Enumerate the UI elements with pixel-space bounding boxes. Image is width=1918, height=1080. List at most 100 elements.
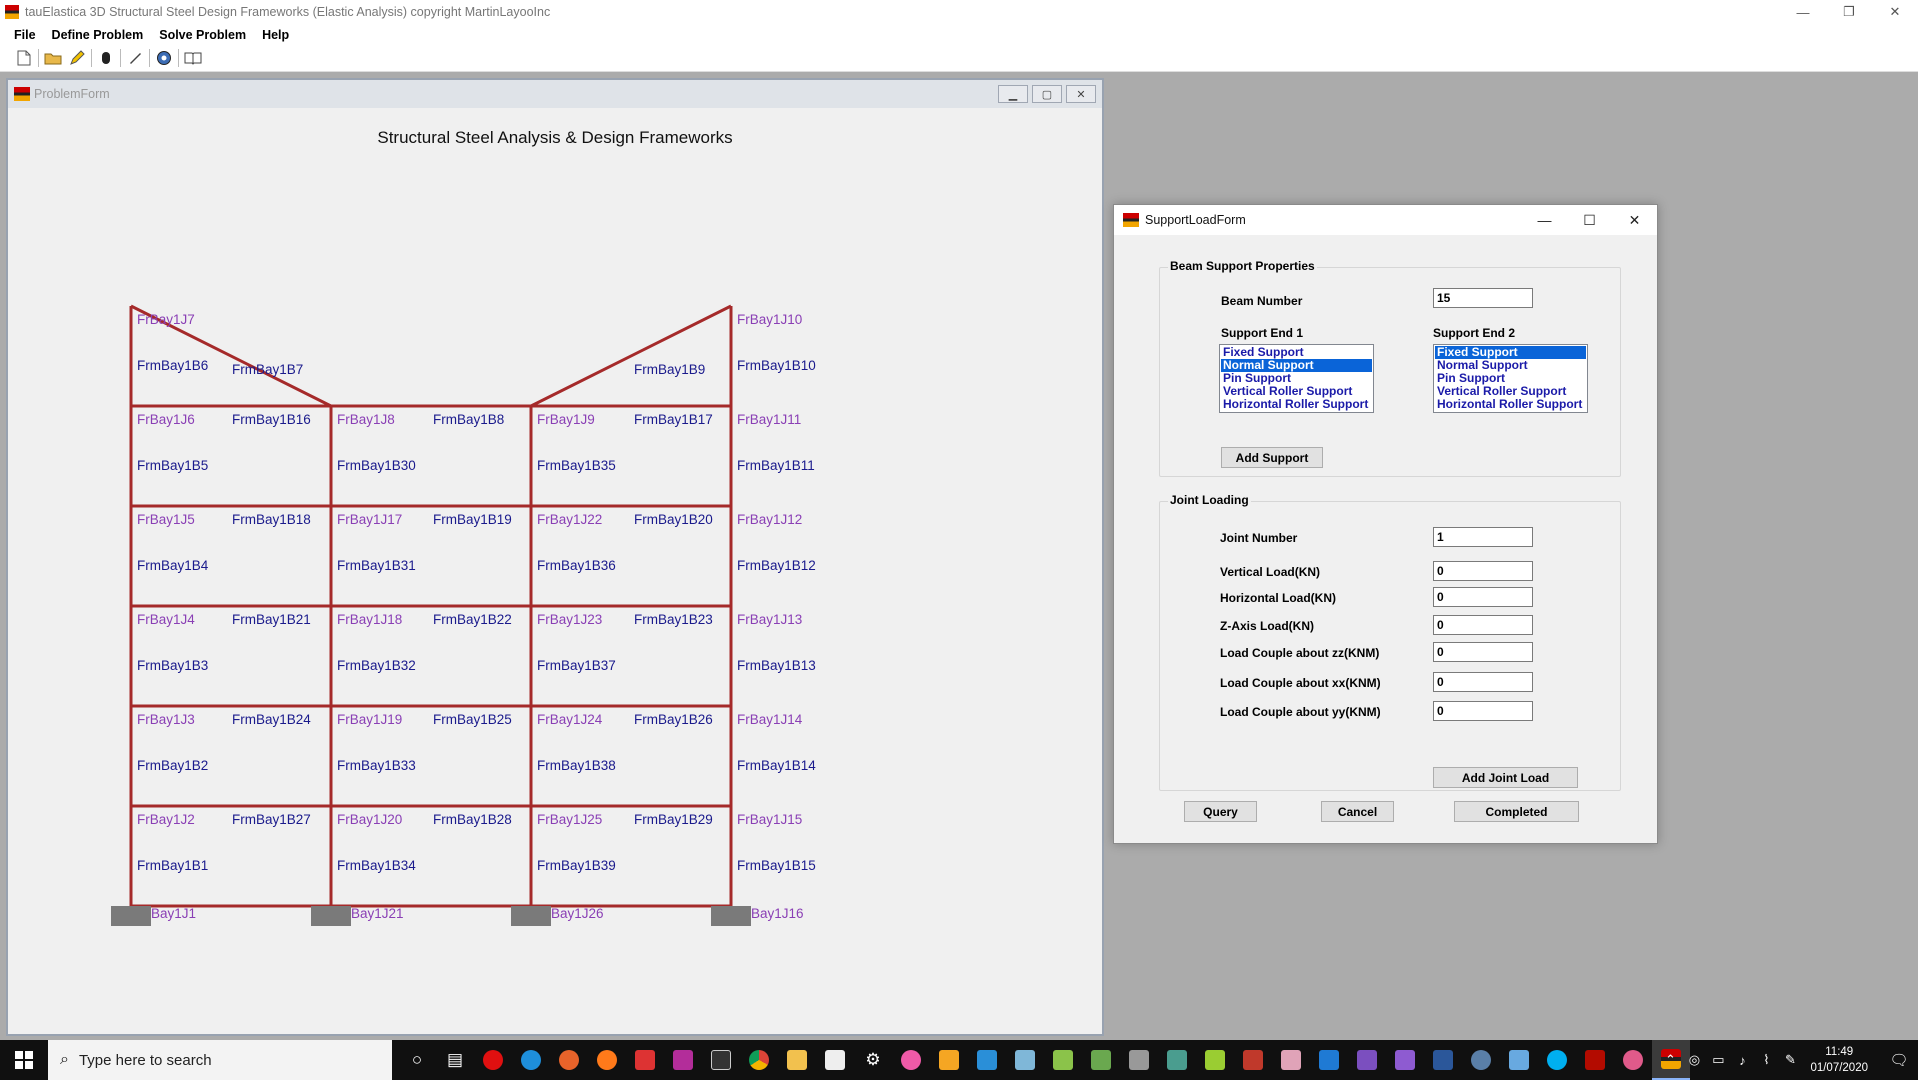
cortana-icon[interactable]: ○ xyxy=(398,1040,436,1080)
close-icon[interactable]: ✕ xyxy=(1612,205,1657,235)
app-titlebar: tauElastica 3D Structural Steel Design F… xyxy=(0,0,1918,24)
beam-label: FrmBay1B17 xyxy=(634,412,713,427)
joint-label: Bay1J1 xyxy=(151,906,197,921)
chevron-up-icon[interactable]: ⌃ xyxy=(1658,1052,1682,1068)
notification-icon[interactable]: 🗨 xyxy=(1880,1051,1918,1069)
menu-file[interactable]: File xyxy=(6,28,44,42)
support-end1-listbox[interactable]: Fixed Support Normal Support Pin Support Ve… xyxy=(1219,344,1374,413)
edge-icon[interactable] xyxy=(512,1040,550,1080)
joint-label: FrBay1J18 xyxy=(337,612,403,627)
app-gray-icon[interactable] xyxy=(1120,1040,1158,1080)
support-end1-label: Support End 1 xyxy=(1221,326,1303,340)
minimize-icon[interactable]: — xyxy=(1780,0,1826,24)
volume-icon[interactable]: ♪ xyxy=(1730,1053,1754,1068)
skype-icon[interactable] xyxy=(1538,1040,1576,1080)
new-file-icon[interactable] xyxy=(12,47,36,69)
taskbar-search[interactable]: ⌕ Type here to search xyxy=(48,1040,392,1080)
clock[interactable]: 11:49 01/07/2020 xyxy=(1810,1044,1868,1076)
couple-zz-input[interactable] xyxy=(1433,642,1533,662)
restore-icon[interactable]: ❐ xyxy=(1826,0,1872,24)
joint-label: FrBay1J7 xyxy=(137,312,195,327)
beam-label: FrmBay1B39 xyxy=(537,858,616,873)
cancel-button[interactable]: Cancel xyxy=(1321,801,1394,822)
app-teal-icon[interactable] xyxy=(1158,1040,1196,1080)
chrome-icon[interactable] xyxy=(740,1040,778,1080)
app-pink-icon[interactable] xyxy=(1272,1040,1310,1080)
settings-icon[interactable]: ⚙ xyxy=(854,1040,892,1080)
intellij-icon[interactable] xyxy=(664,1040,702,1080)
app-globe-icon[interactable] xyxy=(1462,1040,1500,1080)
windows-start-icon[interactable] xyxy=(0,1040,48,1080)
menu-help[interactable]: Help xyxy=(254,28,297,42)
add-support-button[interactable]: Add Support xyxy=(1221,447,1323,468)
z-axis-load-input[interactable] xyxy=(1433,615,1533,635)
media-player-icon[interactable] xyxy=(930,1040,968,1080)
joint-label: FrBay1J5 xyxy=(137,512,195,527)
opera-icon[interactable] xyxy=(474,1040,512,1080)
filezilla-icon[interactable] xyxy=(1234,1040,1272,1080)
mail-icon[interactable] xyxy=(968,1040,1006,1080)
joint-label: FrBay1J3 xyxy=(137,712,195,727)
close-icon[interactable]: ✕ xyxy=(1872,0,1918,24)
beam-label: FrmBay1B3 xyxy=(137,658,209,673)
z-axis-load-label: Z-Axis Load(KN) xyxy=(1220,619,1314,633)
network-globe-icon[interactable]: ◎ xyxy=(1682,1052,1706,1068)
couple-yy-input[interactable] xyxy=(1433,701,1533,721)
menu-bar: File Define Problem Solve Problem Help xyxy=(0,24,1918,45)
pencil-icon[interactable] xyxy=(65,47,89,69)
open-folder-icon[interactable] xyxy=(41,47,65,69)
query-button[interactable]: Query xyxy=(1184,801,1257,822)
app-drop-icon[interactable] xyxy=(1614,1040,1652,1080)
joint-label: FrBay1J10 xyxy=(737,312,803,327)
acrobat-icon[interactable] xyxy=(1576,1040,1614,1080)
wifi-icon[interactable]: ⌇ xyxy=(1754,1052,1778,1068)
joint-label: FrBay1J12 xyxy=(737,512,803,527)
itunes-icon[interactable] xyxy=(892,1040,930,1080)
support-option[interactable]: Horizontal Roller Support xyxy=(1435,398,1586,411)
visual-studio-2-icon[interactable] xyxy=(1386,1040,1424,1080)
vertical-load-input[interactable] xyxy=(1433,561,1533,581)
maximize-icon[interactable]: ☐ xyxy=(1567,205,1612,235)
app-green-icon[interactable] xyxy=(1082,1040,1120,1080)
horizontal-load-input[interactable] xyxy=(1433,587,1533,607)
firefox-icon[interactable] xyxy=(588,1040,626,1080)
beam-number-input[interactable] xyxy=(1433,288,1533,308)
mouse-icon[interactable] xyxy=(94,47,118,69)
app-lime-icon[interactable] xyxy=(1196,1040,1234,1080)
app-cube-icon[interactable] xyxy=(1500,1040,1538,1080)
app-orange-icon[interactable] xyxy=(550,1040,588,1080)
support-option[interactable]: Horizontal Roller Support xyxy=(1221,398,1372,411)
app-blue-icon[interactable] xyxy=(1006,1040,1044,1080)
minimize-icon[interactable]: — xyxy=(1522,205,1567,235)
task-view-icon[interactable]: ▤ xyxy=(436,1040,474,1080)
joint-number-input[interactable] xyxy=(1433,527,1533,547)
menu-define-problem[interactable]: Define Problem xyxy=(44,28,152,42)
fixed-support xyxy=(311,906,351,926)
joint-label: FrBay1J25 xyxy=(537,812,603,827)
pen-icon[interactable]: ✎ xyxy=(1778,1052,1802,1068)
joint-label: FrBay1J17 xyxy=(337,512,403,527)
beam-label: FrmBay1B5 xyxy=(137,458,209,473)
completed-button[interactable]: Completed xyxy=(1454,801,1579,822)
fixed-support xyxy=(711,906,751,926)
notepad-icon[interactable] xyxy=(1044,1040,1082,1080)
terminal-icon[interactable] xyxy=(702,1040,740,1080)
app-red-icon[interactable] xyxy=(626,1040,664,1080)
brush-icon[interactable] xyxy=(123,47,147,69)
word-icon[interactable] xyxy=(1424,1040,1462,1080)
menu-solve-problem[interactable]: Solve Problem xyxy=(151,28,254,42)
joint-label: FrBay1J14 xyxy=(737,712,803,727)
support-end2-listbox[interactable]: Fixed Support Normal Support Pin Support Ve… xyxy=(1433,344,1588,413)
add-joint-load-button[interactable]: Add Joint Load xyxy=(1433,767,1578,788)
book-icon[interactable] xyxy=(181,47,205,69)
vscode-icon[interactable] xyxy=(1310,1040,1348,1080)
dialog-titlebar: SupportLoadForm — ☐ ✕ xyxy=(1114,205,1657,235)
beam-label: FrmBay1B6 xyxy=(137,358,209,373)
tray-app-icon[interactable]: ▭ xyxy=(1706,1052,1730,1068)
file-explorer-icon[interactable] xyxy=(778,1040,816,1080)
store-icon[interactable] xyxy=(816,1040,854,1080)
visual-studio-icon[interactable] xyxy=(1348,1040,1386,1080)
compass-icon[interactable] xyxy=(152,47,176,69)
couple-xx-input[interactable] xyxy=(1433,672,1533,692)
toolbar xyxy=(0,45,1918,72)
